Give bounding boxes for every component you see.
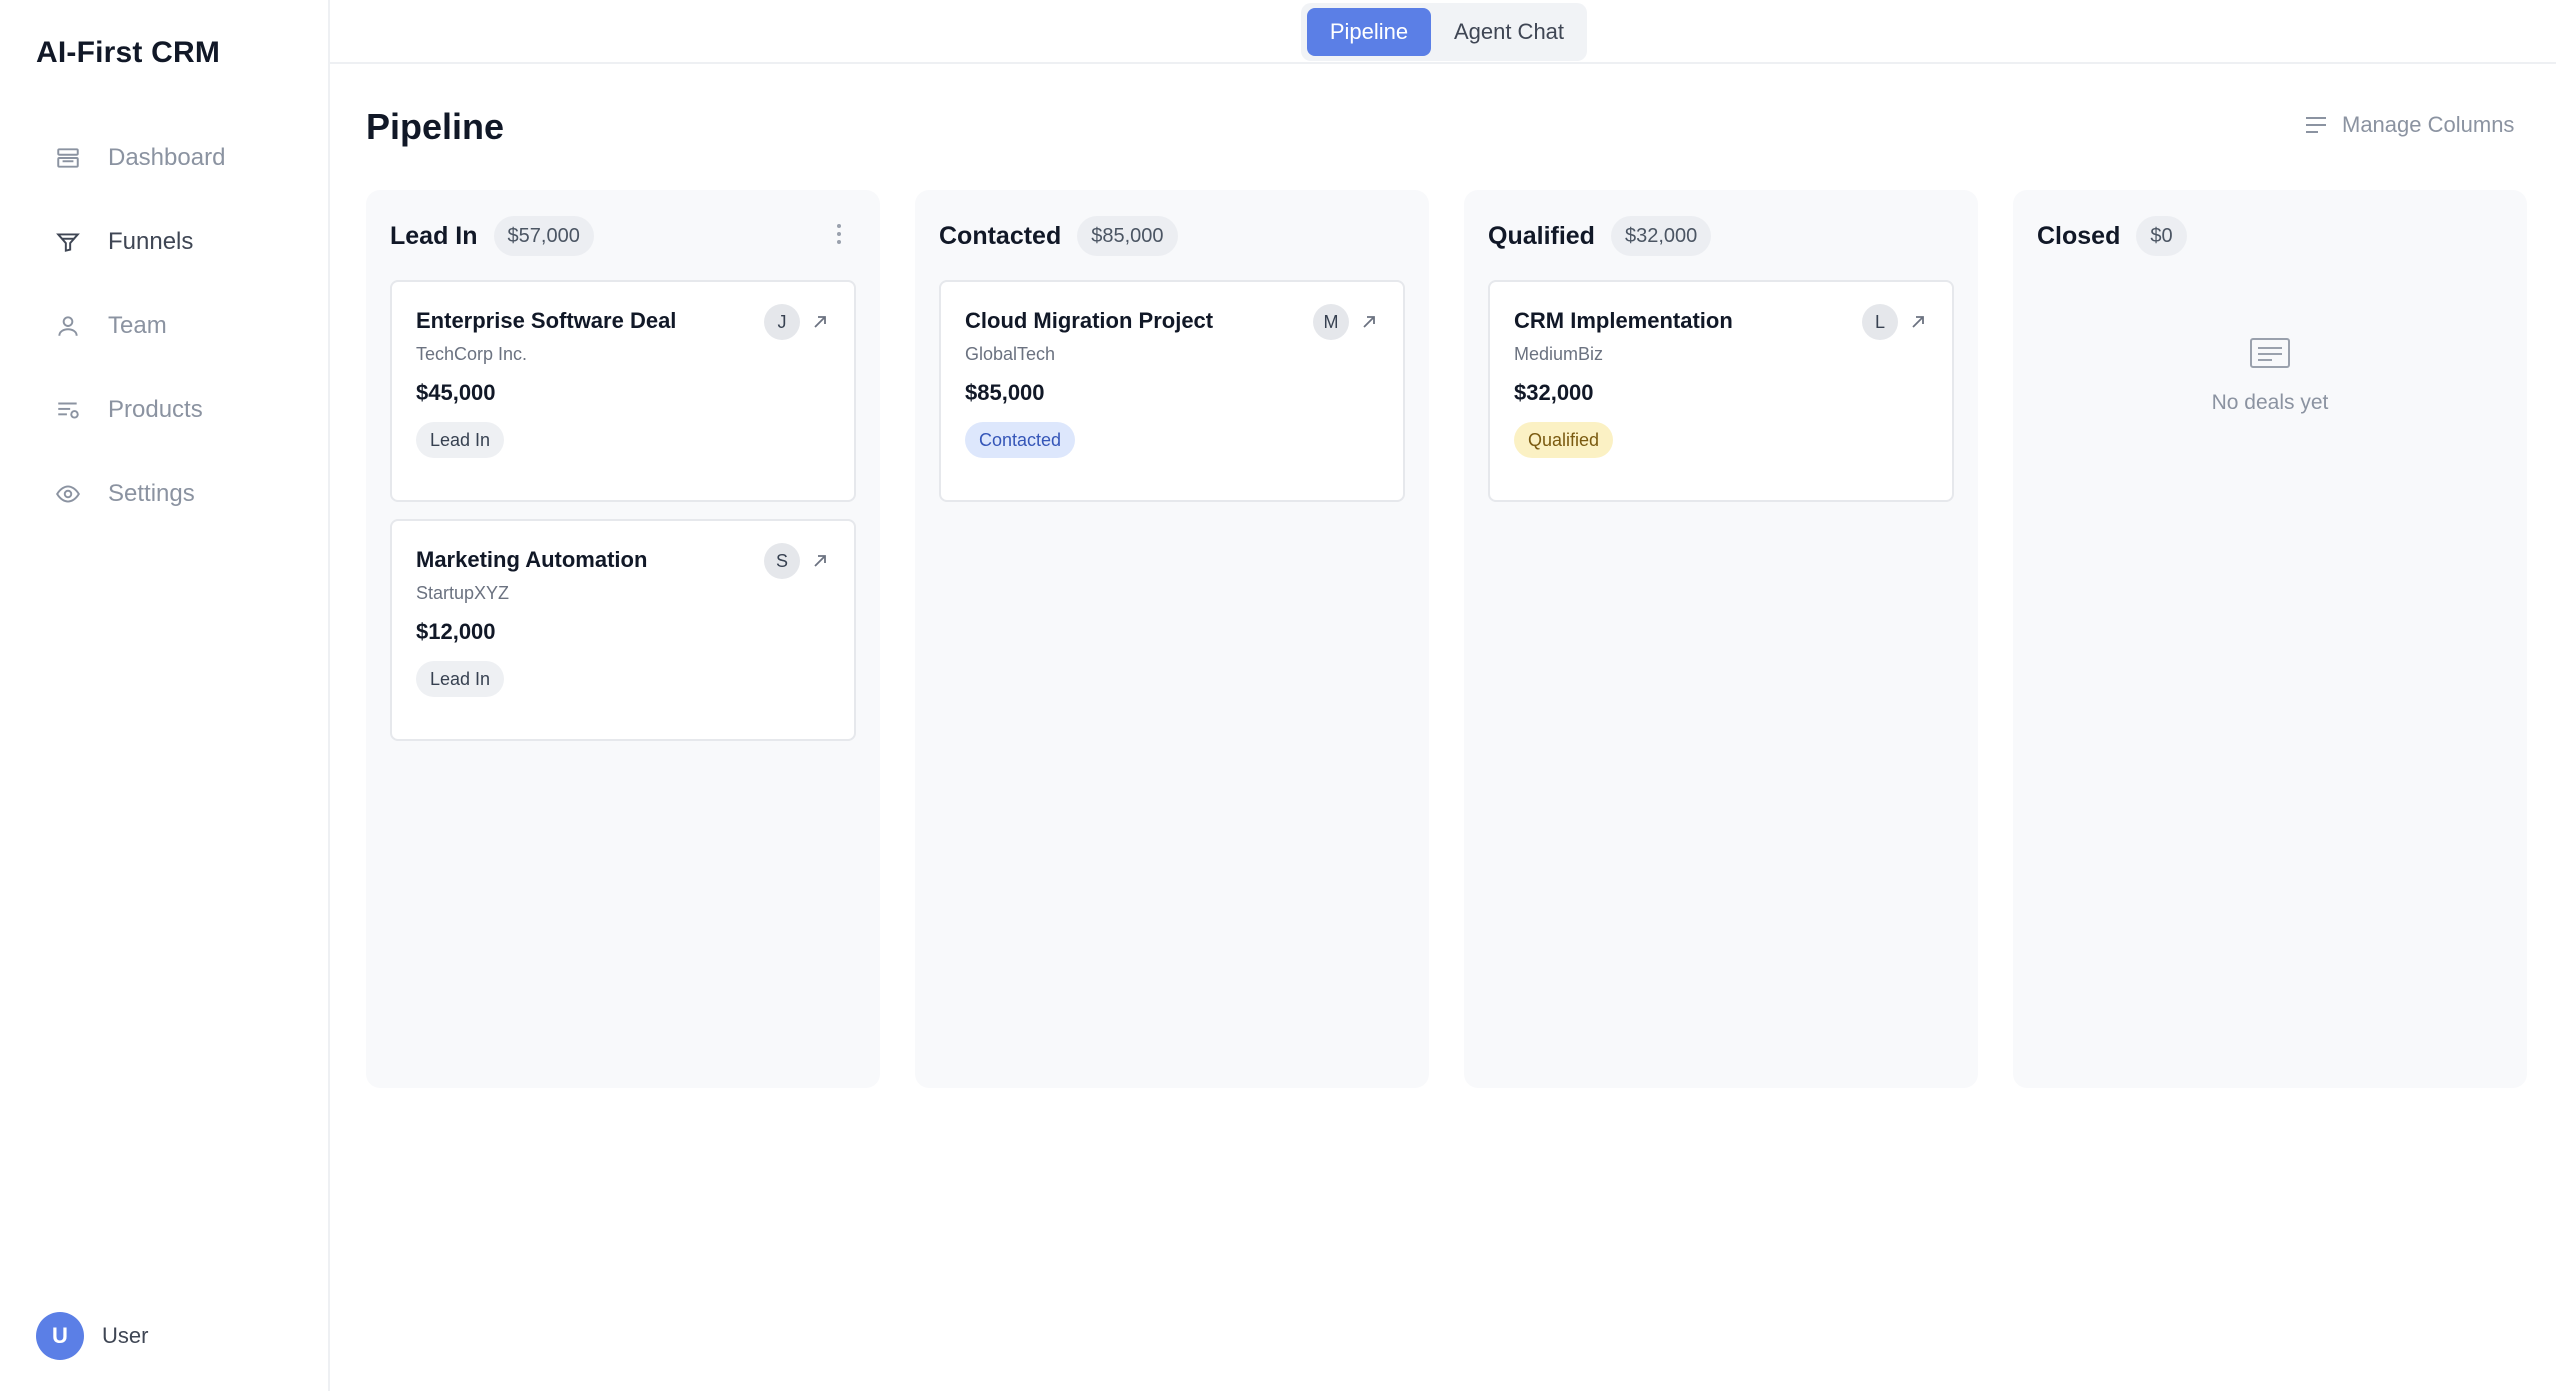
column-total-badge: $57,000 [493,216,594,256]
arrow-up-right-icon [1912,316,1924,328]
pipeline-column-qualified: Qualified $32,000 CRM Implementation Med… [1464,190,1978,1088]
sidebar-item-team[interactable]: Team [36,296,296,356]
column-header: Lead In $57,000 [390,216,594,256]
sidebar-item-products[interactable]: Products [36,380,296,440]
manage-columns-button[interactable]: Manage Columns [2304,112,2514,138]
stage-badge: Contacted [965,422,1076,458]
manage-columns-label: Manage Columns [2342,112,2515,137]
arrow-up-right-icon [1363,316,1375,328]
column-total-badge: $85,000 [1077,216,1178,256]
user-icon [54,312,82,340]
deal-card[interactable]: CRM Implementation MediumBiz $32,000 Qua… [1488,280,1954,502]
deal-company: MediumBiz [1514,344,1604,364]
deal-amount: $45,000 [416,380,496,405]
deal-title: Enterprise Software Deal [416,308,677,333]
column-header: Contacted $85,000 [939,216,1178,256]
sidebar-item-label: Products [108,396,203,423]
user-name: User [102,1323,149,1348]
open-deal-button[interactable] [810,312,830,332]
stage-badge: Lead In [416,422,505,458]
deal-title: Marketing Automation [416,547,648,572]
tab-agent-chat[interactable]: Agent Chat [1437,8,1581,56]
deal-company: GlobalTech [965,344,1056,364]
deal-card[interactable]: Marketing Automation StartupXYZ $12,000 … [390,519,856,741]
column-total-badge: $0 [2136,216,2187,256]
open-deal-button[interactable] [1359,312,1379,332]
pipeline-column-lead-in: Lead In $57,000 Enterprise Software Deal… [366,190,880,1088]
sidebar-nav: Dashboard Funnels Team Products Settings [36,128,296,548]
brand-title: AI-First CRM [36,36,221,69]
column-title: Closed [2037,221,2121,250]
tab-pipeline[interactable]: Pipeline [1307,8,1431,56]
deal-company: StartupXYZ [416,583,510,603]
dashboard-icon [54,144,82,172]
deal-amount: $32,000 [1514,380,1594,405]
pipeline-column-closed: Closed $0 No deals yet [2013,190,2527,1088]
sidebar-item-funnels[interactable]: Funnels [36,212,296,272]
deal-company: TechCorp Inc. [416,344,528,364]
deal-title: Cloud Migration Project [965,308,1214,333]
column-menu-icon[interactable] [834,224,844,248]
column-title: Lead In [390,221,478,250]
avatar: U [36,1312,84,1360]
sidebar-item-label: Team [108,312,167,339]
column-total-badge: $32,000 [1610,216,1712,256]
pipeline-column-contacted: Contacted $85,000 Cloud Migration Projec… [915,190,1429,1088]
column-title: Qualified [1488,221,1595,250]
deal-amount: $85,000 [965,380,1045,405]
sidebar: AI-First CRM Dashboard Funnels Team Prod… [0,0,330,1391]
deal-card[interactable]: Enterprise Software Deal TechCorp Inc. $… [390,280,856,502]
sidebar-item-label: Dashboard [108,144,226,171]
top-bar: Pipeline Agent Chat [330,0,2556,64]
owner-avatar: J [764,304,800,340]
deal-amount: $12,000 [416,619,496,644]
deal-title: CRM Implementation [1514,308,1733,333]
open-deal-button[interactable] [810,551,830,571]
sidebar-item-settings[interactable]: Settings [36,464,296,524]
funnel-icon [54,228,82,256]
arrow-up-right-icon [814,555,826,567]
products-icon [54,396,82,424]
column-header: Closed $0 [2037,216,2187,256]
sidebar-item-label: Settings [108,480,195,507]
empty-state: No deals yet [2013,336,2527,415]
empty-state-text: No deals yet [2211,391,2329,414]
column-header: Qualified $32,000 [1488,216,1712,256]
deal-card[interactable]: Cloud Migration Project GlobalTech $85,0… [939,280,1405,502]
owner-avatar: M [1313,304,1349,340]
open-deal-button[interactable] [1908,312,1928,332]
sidebar-item-dashboard[interactable]: Dashboard [36,128,296,188]
stage-badge: Lead In [416,661,505,697]
crm-app: AI-First CRM Dashboard Funnels Team Prod… [0,0,2556,1391]
document-icon [2250,338,2290,368]
arrow-up-right-icon [814,316,826,328]
list-icon [2306,117,2326,133]
page-title: Pipeline [366,106,505,147]
column-title: Contacted [939,221,1062,250]
user-profile[interactable]: U User [36,1312,148,1360]
owner-avatar: L [1862,304,1898,340]
stage-badge: Qualified [1514,422,1614,458]
owner-avatar: S [764,543,800,579]
eye-icon [54,480,82,508]
view-toggle: Pipeline Agent Chat [1301,3,1587,61]
sidebar-item-label: Funnels [108,228,194,255]
